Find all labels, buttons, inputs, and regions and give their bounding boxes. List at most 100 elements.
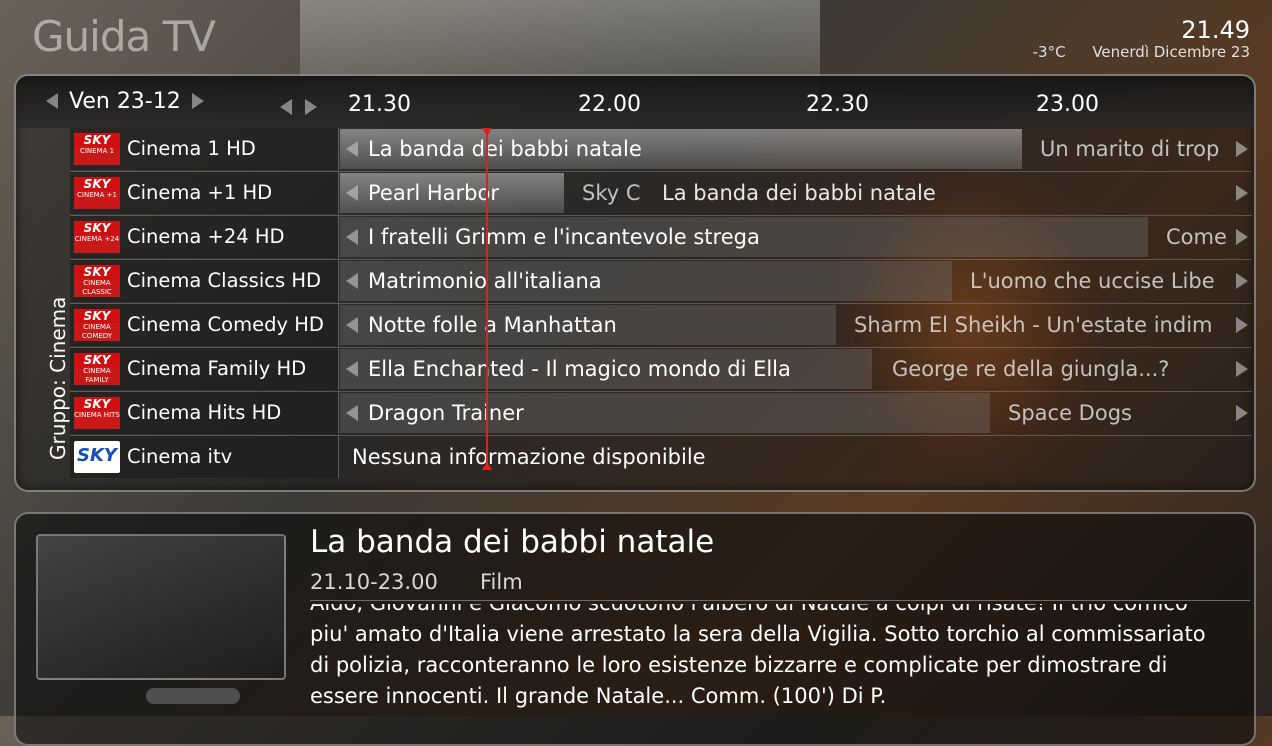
channel-row[interactable]: SKY CINEMA HITS Cinema Hits HD Dragon Tra… — [70, 392, 1252, 436]
program-title: Pearl Harbor — [368, 181, 499, 205]
program-cell[interactable]: Dragon Trainer — [340, 393, 990, 433]
channel-row[interactable]: SKY CINEMA FAMILY Cinema Family HD Ella E… — [70, 348, 1252, 392]
program-title: Sky C — [582, 181, 641, 205]
program-cell[interactable]: L'uomo che uccise Libe — [954, 261, 1252, 301]
temperature: -3°C — [1032, 43, 1066, 61]
program-track: La banda dei babbi natale Un marito di t… — [340, 128, 1252, 170]
time-slot: 23.00 — [1036, 92, 1099, 117]
left-arrow-icon — [346, 185, 358, 201]
channel-name: Cinema +1 HD — [127, 181, 273, 204]
channel-cell[interactable]: SKY CINEMA HITS Cinema Hits HD — [70, 392, 339, 434]
channel-row[interactable]: SKY Cinema itv Nessuna informazione disp… — [70, 436, 1252, 479]
program-cell[interactable]: Matrimonio all'italiana — [340, 261, 952, 301]
group-label: Gruppo: Cinema — [46, 296, 70, 460]
left-arrow-icon — [346, 273, 358, 289]
right-arrow-icon — [1236, 185, 1248, 201]
program-cell[interactable]: Notte folle a Manhattan — [340, 305, 836, 345]
program-description-text: Aldo, Giovanni e Giacomo scuotono l'albe… — [310, 604, 1206, 708]
current-date: Venerdì Dicembre 23 — [1092, 43, 1250, 61]
program-description[interactable]: Aldo, Giovanni e Giacomo scuotono l'albe… — [310, 604, 1230, 722]
program-title: L'uomo che uccise Libe — [970, 269, 1215, 293]
right-arrow-icon — [1236, 317, 1248, 333]
program-track: Notte folle a Manhattan Sharm El Sheikh … — [340, 304, 1252, 346]
page-title: Guida TV — [32, 12, 216, 61]
program-track: Matrimonio all'italiana L'uomo che uccis… — [340, 260, 1252, 302]
left-arrow-icon — [346, 405, 358, 421]
program-cell[interactable]: La banda dei babbi natale — [648, 173, 1252, 213]
sky-cinema-logo-icon: SKY CINEMA +24 — [74, 221, 120, 253]
program-title: Un marito di trop — [1040, 137, 1220, 161]
thumbnail-stand — [146, 688, 240, 704]
channel-row[interactable]: SKY CINEMA CLASSIC Cinema Classics HD Mat… — [70, 260, 1252, 304]
channel-name: Cinema itv — [127, 445, 233, 468]
channel-row[interactable]: SKY CINEMA +24 Cinema +24 HD I fratelli G… — [70, 216, 1252, 260]
program-cell[interactable]: Sky C — [566, 173, 646, 213]
program-cell[interactable]: Ella Enchanted - Il magico mondo di Ella — [340, 349, 872, 389]
program-title: Matrimonio all'italiana — [368, 269, 602, 293]
next-time-arrow-icon[interactable] — [305, 98, 318, 115]
now-indicator-line — [486, 128, 488, 470]
right-arrow-icon — [1236, 141, 1248, 157]
right-arrow-icon — [1236, 361, 1248, 377]
program-title: Space Dogs — [1008, 401, 1132, 425]
program-cell[interactable]: Space Dogs — [992, 393, 1252, 433]
right-arrow-icon — [1236, 273, 1248, 289]
channel-row[interactable]: SKY CINEMA 1 Cinema 1 HD La banda dei bab… — [70, 128, 1252, 172]
program-title: Come — [1166, 225, 1227, 249]
channel-cell[interactable]: SKY CINEMA CLASSIC Cinema Classics HD — [70, 260, 339, 302]
sky-cinema-logo-icon: SKY CINEMA +1 — [74, 177, 120, 209]
channel-cell[interactable]: SKY Cinema itv — [70, 436, 339, 478]
program-title: Sharm El Sheikh - Un'estate indim — [854, 313, 1213, 337]
program-track: Dragon Trainer Space Dogs — [340, 392, 1252, 434]
sky-cinema-logo-icon: SKY CINEMA CLASSIC — [74, 265, 120, 297]
channel-cell[interactable]: SKY CINEMA FAMILY Cinema Family HD — [70, 348, 339, 390]
sky-logo-icon: SKY — [74, 441, 120, 473]
now-indicator-top-icon — [482, 128, 492, 136]
program-thumbnail — [36, 534, 286, 680]
program-title: La banda dei babbi natale — [662, 181, 936, 205]
sky-cinema-logo-icon: SKY CINEMA HITS — [74, 397, 120, 429]
timeline-header: Ven 23-12 21.30 22.00 22.30 23.00 — [16, 76, 1254, 128]
program-cell[interactable]: Nessuna informazione disponibile — [340, 437, 1252, 477]
program-track: Nessuna informazione disponibile — [340, 436, 1252, 478]
program-title: I fratelli Grimm e l'incantevole strega — [368, 225, 760, 249]
prev-time-arrow-icon[interactable] — [280, 98, 292, 115]
divider — [310, 600, 1250, 601]
program-cell[interactable]: Un marito di trop — [1024, 129, 1252, 169]
group-sidebar[interactable]: Gruppo: Cinema — [16, 128, 70, 468]
program-title: Notte folle a Manhattan — [368, 313, 617, 337]
program-cell[interactable]: George re della giungla...? — [874, 349, 1252, 389]
time-slot: 22.30 — [806, 92, 869, 117]
next-day-arrow-icon[interactable] — [191, 93, 204, 109]
channel-name: Cinema Hits HD — [127, 401, 282, 424]
program-cell[interactable]: Pearl Harbor — [340, 173, 564, 213]
prev-day-arrow-icon[interactable] — [46, 93, 58, 109]
right-arrow-icon — [1236, 229, 1248, 245]
program-title: Nessuna informazione disponibile — [352, 445, 706, 469]
now-indicator-bottom-icon — [482, 462, 492, 470]
channel-row[interactable]: SKY CINEMA +1 Cinema +1 HD Pearl Harbor S… — [70, 172, 1252, 216]
program-cell[interactable]: I fratelli Grimm e l'incantevole strega — [340, 217, 1148, 257]
program-title: Ella Enchanted - Il magico mondo di Ella — [368, 357, 791, 381]
program-detail-time: 21.10-23.00 — [310, 570, 438, 594]
channel-cell[interactable]: SKY CINEMA COMEDY Cinema Comedy HD — [70, 304, 339, 346]
time-navigator[interactable] — [280, 96, 325, 115]
program-track: Pearl Harbor Sky C La banda dei babbi na… — [340, 172, 1252, 214]
program-track: Ella Enchanted - Il magico mondo di Ella… — [340, 348, 1252, 390]
program-cell[interactable]: Sharm El Sheikh - Un'estate indim — [838, 305, 1252, 345]
current-day: Ven 23-12 — [69, 88, 181, 114]
program-cell-selected[interactable]: La banda dei babbi natale — [340, 129, 1022, 169]
channel-cell[interactable]: SKY CINEMA +24 Cinema +24 HD — [70, 216, 339, 258]
program-title: Dragon Trainer — [368, 401, 524, 425]
channel-cell[interactable]: SKY CINEMA +1 Cinema +1 HD — [70, 172, 339, 214]
day-navigator[interactable]: Ven 23-12 — [46, 88, 204, 114]
channel-row[interactable]: SKY CINEMA COMEDY Cinema Comedy HD Notte … — [70, 304, 1252, 348]
channel-name: Cinema Classics HD — [127, 269, 322, 292]
left-arrow-icon — [346, 229, 358, 245]
sky-cinema-logo-icon: SKY CINEMA 1 — [74, 133, 120, 165]
program-track: I fratelli Grimm e l'incantevole strega … — [340, 216, 1252, 258]
time-slot: 21.30 — [348, 92, 411, 117]
right-arrow-icon — [1236, 405, 1248, 421]
left-arrow-icon — [346, 141, 358, 157]
channel-cell[interactable]: SKY CINEMA 1 Cinema 1 HD — [70, 128, 339, 170]
